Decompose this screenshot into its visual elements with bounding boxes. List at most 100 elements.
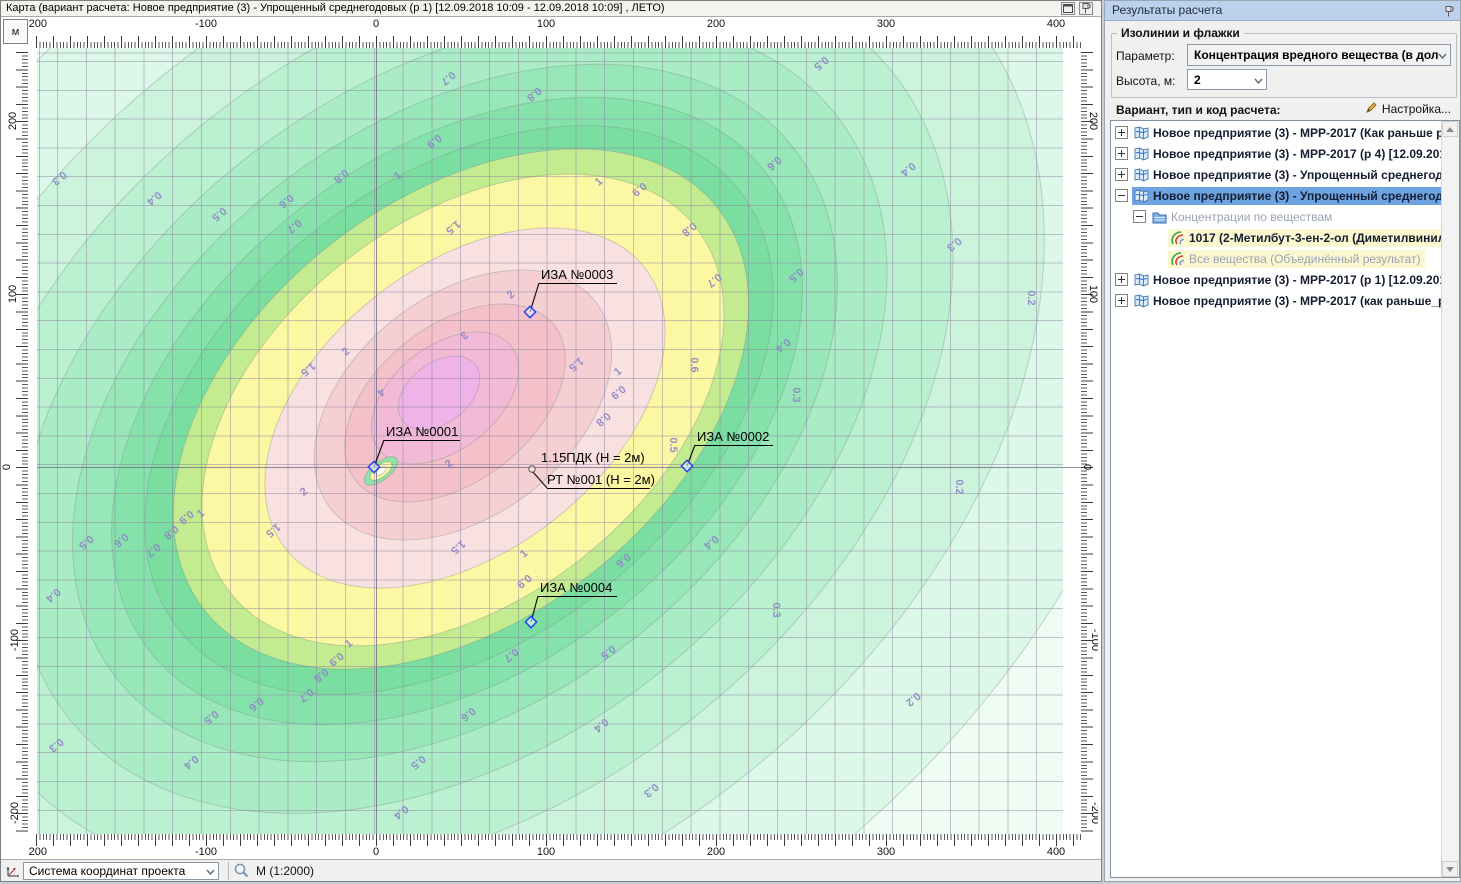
expand-plus-icon[interactable] bbox=[1115, 126, 1128, 139]
status-separator bbox=[228, 862, 229, 880]
ruler-tick-label: 100 bbox=[537, 18, 555, 30]
ruler-right: 2001000-100-200 bbox=[1081, 48, 1098, 834]
axis-x0-line bbox=[376, 48, 377, 834]
ruler-left-ticks bbox=[12, 48, 28, 834]
pin-icon bbox=[1445, 6, 1454, 17]
map-title-bar[interactable]: Карта (вариант расчета: Новое предприяти… bbox=[1, 1, 1101, 17]
ruler-bottom: -200-1000100200300400 bbox=[28, 834, 1081, 861]
tree-row-label: Новое предприятие (3) - МРР-2017 (р 4) [… bbox=[1153, 147, 1442, 161]
variant-icon bbox=[1134, 168, 1149, 182]
restore-window-button[interactable] bbox=[1061, 2, 1075, 15]
tree-row-content[interactable]: 1017 (2-Метилбут-3-ен-2-ол (Диметилвинил bbox=[1168, 229, 1442, 247]
tree-scrollbar[interactable] bbox=[1441, 121, 1459, 877]
ruler-top-ticks bbox=[28, 32, 1081, 48]
tree-row-label: Новое предприятие (3) - МРР-2017 (Как ра… bbox=[1153, 126, 1442, 140]
tree-row-label: Концентрации по веществам bbox=[1171, 210, 1332, 224]
settings-link[interactable]: Настройка... bbox=[1365, 101, 1451, 117]
tree-row-content[interactable]: Концентрации по веществам bbox=[1150, 208, 1336, 226]
ruler-tick-label: 0 bbox=[373, 18, 379, 30]
variant-icon bbox=[1134, 273, 1149, 287]
height-label: Высота, м: bbox=[1116, 74, 1175, 88]
tree-row[interactable]: Новое предприятие (3) - МРР-2017 (р 1) [… bbox=[1111, 269, 1442, 290]
parameter-value: Концентрация вредного вещества (в дол bbox=[1194, 48, 1439, 62]
chevron-down-icon bbox=[206, 863, 215, 879]
variant-icon bbox=[1134, 126, 1149, 140]
tree-row[interactable]: Новое предприятие (3) - Упрощенный средн… bbox=[1111, 164, 1442, 185]
ruler-tick-label: -200 bbox=[28, 846, 47, 858]
results-panel-title: Результаты расчета bbox=[1112, 3, 1222, 17]
tree-row-label: Новое предприятие (3) - МРР-2017 (р 1) [… bbox=[1153, 273, 1442, 287]
tree-row[interactable]: Новое предприятие (3) - МРР-2017 (Как ра… bbox=[1111, 122, 1442, 143]
ruler-tick-label: -200 bbox=[9, 802, 21, 824]
tree-row[interactable]: Новое предприятие (3) - МРР-2017 (как ра… bbox=[1111, 290, 1442, 311]
expand-plus-icon[interactable] bbox=[1115, 273, 1128, 286]
pencil-icon bbox=[1365, 101, 1378, 117]
restore-icon bbox=[1063, 4, 1073, 13]
ruler-tick-label: 0 bbox=[1, 464, 13, 470]
ruler-tick-label: -100 bbox=[1089, 629, 1098, 651]
coordinate-system-select[interactable]: Система координат проекта bbox=[23, 862, 219, 880]
collapse-minus-icon[interactable] bbox=[1115, 189, 1128, 202]
arrow-down-icon bbox=[1446, 867, 1454, 872]
ruler-tick-label: 100 bbox=[7, 285, 19, 303]
tree-row-label: 1017 (2-Метилбут-3-ен-2-ол (Диметилвинил bbox=[1189, 231, 1442, 245]
ruler-left: 200 100 0 -100 -200 bbox=[1, 48, 28, 834]
expand-plus-icon[interactable] bbox=[1115, 147, 1128, 160]
map-canvas[interactable] bbox=[37, 48, 1063, 834]
map-scale-label: М (1:2000) bbox=[256, 864, 314, 878]
zero-axis-extension bbox=[1063, 467, 1081, 468]
ruler-tick-label: 100 bbox=[1087, 285, 1098, 303]
tree-row-content[interactable]: Новое предприятие (3) - МРР-2017 (Как ра… bbox=[1132, 124, 1442, 142]
height-select[interactable]: 2 bbox=[1187, 69, 1267, 90]
pin-icon bbox=[1082, 3, 1091, 14]
tree-rows: Новое предприятие (3) - МРР-2017 (Как ра… bbox=[1111, 122, 1442, 311]
results-panel-title-bar[interactable]: Результаты расчета bbox=[1105, 1, 1460, 21]
expand-plus-icon[interactable] bbox=[1115, 168, 1128, 181]
parameter-label: Параметр: bbox=[1116, 49, 1175, 63]
expand-plus-icon[interactable] bbox=[1115, 294, 1128, 307]
map-window: Карта (вариант расчета: Новое предприяти… bbox=[0, 0, 1102, 882]
ruler-tick-label: 200 bbox=[707, 18, 725, 30]
tree-row-content[interactable]: Новое предприятие (3) - Упрощенный средн… bbox=[1132, 187, 1442, 205]
ruler-right-ticks bbox=[1081, 48, 1097, 834]
isolines-groupbox-title: Изолинии и флажки bbox=[1117, 26, 1244, 40]
zoom-scale-icon bbox=[233, 862, 250, 884]
ruler-tick-label: 200 bbox=[707, 846, 725, 858]
parameter-select[interactable]: Концентрация вредного вещества (в дол bbox=[1187, 44, 1451, 66]
variant-section-label: Вариант, тип и код расчета: bbox=[1116, 103, 1281, 117]
collapse-minus-icon[interactable] bbox=[1133, 210, 1146, 223]
tree-row-content[interactable]: Новое предприятие (3) - Упрощенный средн… bbox=[1132, 166, 1442, 184]
tree-row[interactable]: Концентрации по веществам bbox=[1111, 206, 1442, 227]
coordinate-axes-icon bbox=[5, 863, 20, 883]
height-value: 2 bbox=[1194, 73, 1201, 87]
isolines-icon bbox=[1170, 252, 1185, 266]
coordinate-system-value: Система координат проекта bbox=[29, 864, 185, 878]
variant-icon bbox=[1134, 147, 1149, 161]
ruler-tick-label: 0 bbox=[373, 846, 379, 858]
ruler-tick-label: -100 bbox=[9, 629, 21, 651]
axis-y0-line bbox=[37, 467, 1063, 468]
tree-row-content[interactable]: Новое предприятие (3) - МРР-2017 (р 1) [… bbox=[1132, 271, 1442, 289]
ruler-unit-box: м bbox=[3, 19, 28, 44]
results-panel: Результаты расчета Изолинии и флажки Пар… bbox=[1104, 0, 1461, 882]
tree-row-content[interactable]: Новое предприятие (3) - МРР-2017 (как ра… bbox=[1132, 292, 1442, 310]
tree-row-label: Новое предприятие (3) - Упрощенный средн… bbox=[1153, 168, 1442, 182]
ruler-tick-label: 400 bbox=[1047, 18, 1065, 30]
tree-row[interactable]: Все вещества (Объединённый результат) bbox=[1111, 248, 1442, 269]
settings-link-label: Настройка... bbox=[1382, 102, 1451, 116]
pin-panel-button[interactable] bbox=[1445, 4, 1454, 22]
scroll-down-button[interactable] bbox=[1442, 861, 1458, 877]
scroll-up-button[interactable] bbox=[1442, 121, 1458, 137]
ruler-tick-label: 200 bbox=[7, 112, 19, 130]
tree-row[interactable]: 1017 (2-Метилбут-3-ен-2-ол (Диметилвинил bbox=[1111, 227, 1442, 248]
tree-row-content[interactable]: Все вещества (Объединённый результат) bbox=[1168, 250, 1425, 268]
ruler-tick-label: -100 bbox=[195, 18, 217, 30]
pin-window-button[interactable] bbox=[1079, 2, 1093, 15]
tree-row-label: Все вещества (Объединённый результат) bbox=[1189, 252, 1421, 266]
tree-row[interactable]: Новое предприятие (3) - МРР-2017 (р 4) [… bbox=[1111, 143, 1442, 164]
tree-row-content[interactable]: Новое предприятие (3) - МРР-2017 (р 4) [… bbox=[1132, 145, 1442, 163]
isolines-icon bbox=[1170, 231, 1185, 245]
map-grid bbox=[37, 48, 1063, 834]
ruler-tick-label: 100 bbox=[537, 846, 555, 858]
tree-row[interactable]: Новое предприятие (3) - Упрощенный средн… bbox=[1111, 185, 1442, 206]
